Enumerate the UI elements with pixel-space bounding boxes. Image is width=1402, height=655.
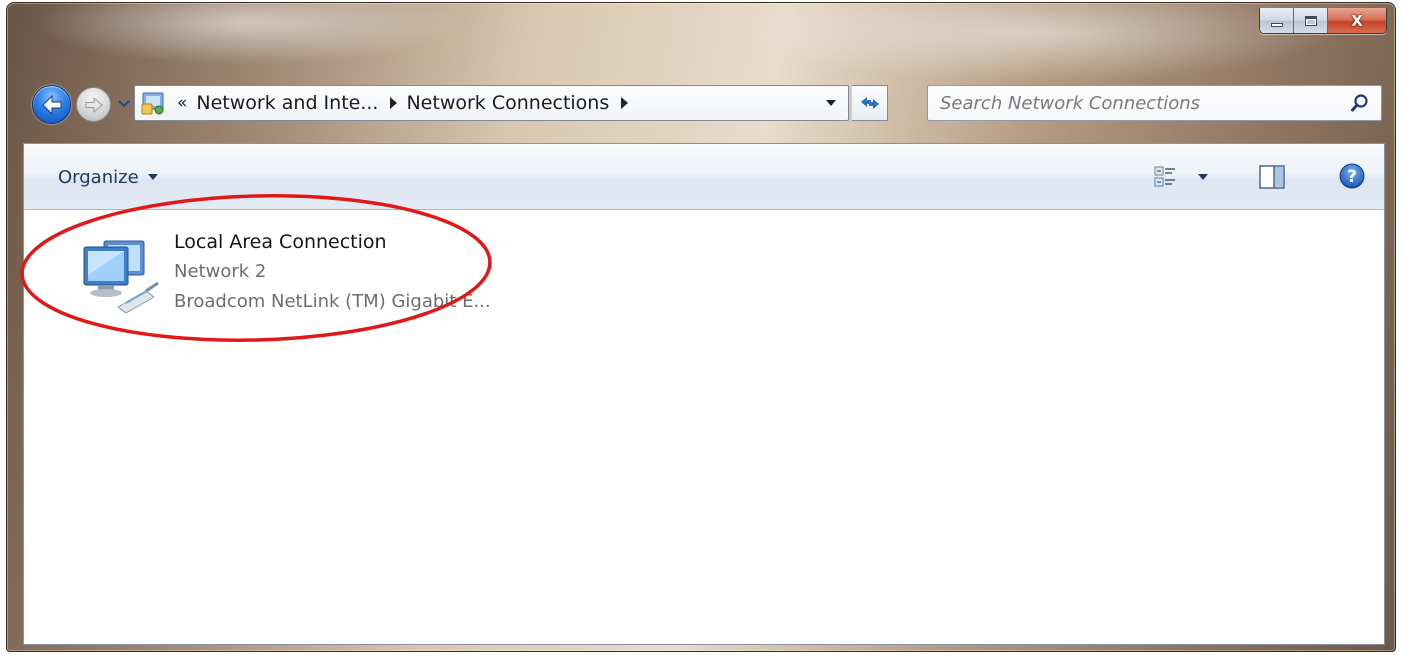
maximize-icon: [1304, 15, 1317, 26]
navigation-bar: « Network and Inte... Network Connection…: [7, 79, 1395, 129]
preview-pane-icon: [1259, 165, 1285, 189]
command-bar: Organize ?: [24, 144, 1384, 210]
forward-arrow-icon: [85, 96, 103, 113]
breadcrumb-separator-icon[interactable]: [390, 97, 398, 109]
chevron-down-icon: [118, 100, 130, 108]
minimize-button[interactable]: [1260, 8, 1294, 33]
maximize-button[interactable]: [1294, 8, 1328, 33]
organize-label: Organize: [58, 166, 139, 188]
preview-pane-button[interactable]: [1259, 165, 1285, 189]
back-arrow-icon: [41, 94, 61, 115]
refresh-icon: [860, 97, 879, 109]
breadcrumb-network-connections[interactable]: Network Connections: [406, 92, 609, 114]
address-dropdown-button[interactable]: [818, 86, 844, 120]
help-icon: ?: [1339, 163, 1365, 189]
search-icon[interactable]: [1345, 88, 1375, 118]
connection-network: Network 2: [174, 261, 267, 282]
caption-buttons: X: [1259, 8, 1387, 34]
search-input[interactable]: [928, 86, 1345, 120]
connection-name: Local Area Connection: [174, 231, 387, 253]
close-button[interactable]: X: [1328, 8, 1386, 33]
organize-button[interactable]: Organize: [58, 163, 158, 191]
chevron-down-icon: [826, 100, 836, 106]
list-item[interactable]: Local Area Connection Network 2 Broadcom…: [64, 227, 534, 317]
network-connections-folder-icon: [141, 90, 167, 116]
breadcrumb-network-and-internet[interactable]: Network and Inte...: [196, 92, 378, 114]
chevron-down-icon: [1198, 174, 1208, 180]
overflow-chevrons[interactable]: «: [177, 93, 187, 113]
change-view-button[interactable]: [1154, 163, 1224, 191]
forward-button[interactable]: [76, 87, 111, 122]
search-box[interactable]: [927, 85, 1382, 121]
minimize-icon: [1270, 23, 1283, 27]
chevron-down-icon: [147, 174, 158, 180]
details-view-icon: [1154, 166, 1175, 187]
back-button[interactable]: [32, 85, 71, 124]
client-area: Organize ? Local Area Connection Network…: [23, 143, 1385, 645]
svg-text:?: ?: [1347, 167, 1357, 187]
connection-device: Broadcom NetLink (TM) Gigabit E...: [174, 291, 491, 312]
address-bar[interactable]: « Network and Inte... Network Connection…: [134, 85, 849, 121]
explorer-window: X « Network and Inte... Network Connecti…: [6, 2, 1396, 652]
close-icon: X: [1351, 11, 1363, 30]
recent-pages-button[interactable]: [117, 97, 131, 111]
refresh-button[interactable]: [852, 85, 888, 121]
network-adapter-icon: [68, 231, 164, 315]
file-list: Local Area Connection Network 2 Broadcom…: [24, 211, 1384, 644]
breadcrumb-separator-icon[interactable]: [621, 97, 629, 109]
help-button[interactable]: ?: [1338, 162, 1366, 190]
